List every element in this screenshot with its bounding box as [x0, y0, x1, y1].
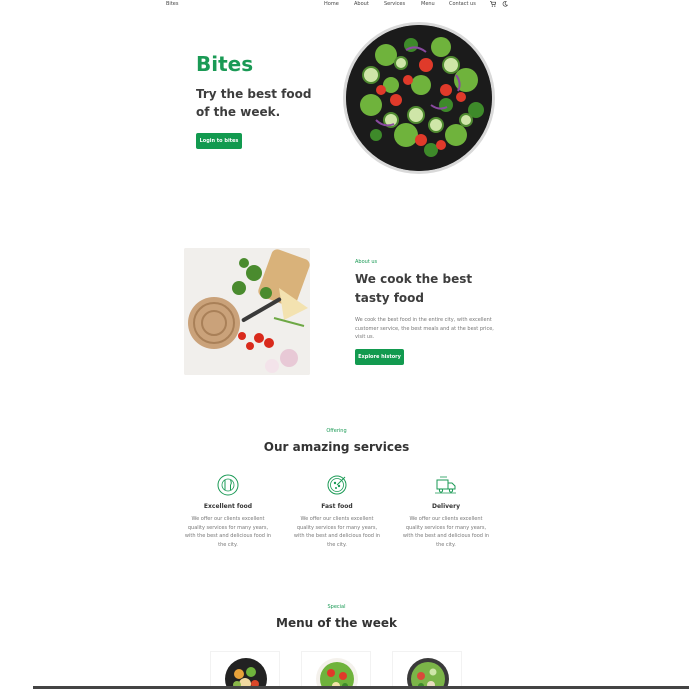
top-nav: Bites Home About Services Menu Contact u… [0, 0, 689, 10]
service-text: We offer our clients excellent quality s… [184, 516, 272, 548]
services-title: Our amazing services [263, 440, 410, 454]
menu-dish-image [316, 658, 358, 689]
service-text: We offer our clients excellent quality s… [402, 516, 490, 548]
hero-salad-image [343, 22, 495, 174]
nav-icons [490, 1, 509, 9]
service-card: Fast food We offer our clients excellent… [292, 473, 382, 549]
service-title: Fast food [321, 503, 353, 510]
menu-dish-image [407, 658, 449, 689]
nav-link-services[interactable]: Services [384, 1, 421, 7]
services-kicker: Offering [326, 428, 347, 434]
explore-history-button[interactable]: Explore history [355, 349, 404, 365]
pizza-icon [327, 475, 347, 495]
nav-link-home[interactable]: Home [324, 1, 354, 7]
service-text: We offer our clients excellent quality s… [293, 516, 381, 548]
nav-link-menu[interactable]: Menu [421, 1, 449, 7]
menu-card[interactable] [210, 651, 280, 689]
cart-icon[interactable] [490, 1, 497, 9]
page: Bites Home About Services Menu Contact u… [0, 0, 689, 689]
nav-link-contact[interactable]: Contact us [449, 1, 493, 7]
service-title: Excellent food [203, 503, 253, 510]
about-kicker: About us [355, 259, 378, 265]
menu-card[interactable] [392, 651, 462, 689]
about-text: We cook the best food in the entire city… [355, 317, 494, 340]
hero-subtitle: Try the best food of the week. [196, 87, 312, 119]
service-card: Delivery We offer our clients excellent … [401, 473, 491, 549]
nav-links: Home About Services Menu Contact us [324, 1, 493, 7]
cutlery-plate-icon [217, 474, 239, 496]
moon-icon[interactable] [502, 1, 509, 9]
service-card: Excellent food We offer our clients exce… [183, 473, 273, 549]
login-button[interactable]: Login to bites [196, 133, 242, 149]
menu-title: Menu of the week [276, 616, 397, 630]
menu-dish-image [225, 658, 267, 689]
menu-kicker: Special [327, 604, 346, 610]
service-title: Delivery [431, 503, 460, 510]
about-ingredients-image [184, 248, 310, 375]
hero-title: Bites [196, 52, 254, 76]
menu-card[interactable] [301, 651, 371, 689]
nav-brand[interactable]: Bites [166, 1, 178, 7]
nav-link-about[interactable]: About [354, 1, 384, 7]
delivery-truck-icon [435, 476, 456, 494]
about-title: We cook the best tasty food [355, 272, 473, 305]
